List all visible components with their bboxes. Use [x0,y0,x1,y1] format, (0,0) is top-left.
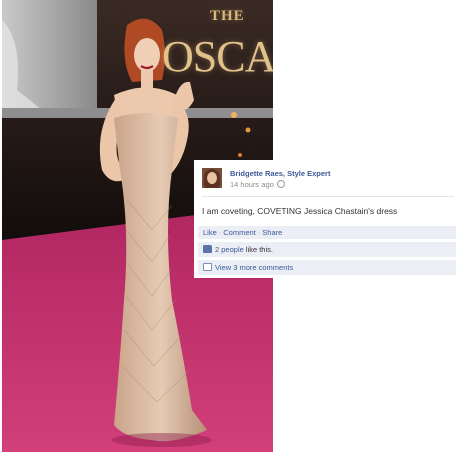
like-thumb-icon [203,245,212,253]
post-header: Bridgette Raes, Style Expert 14 hours ag… [202,168,454,198]
comment-bubble-icon [203,263,212,271]
author-name-link[interactable]: Bridgette Raes, Style Expert [230,169,330,178]
logo-oscar-text: OSCAR [162,32,273,81]
oscars-backdrop-logo: THE OSCAR [160,2,273,102]
action-separator: · [257,228,261,237]
post-timestamp[interactable]: 14 hours ago [230,180,285,189]
view-comments-link[interactable]: View 3 more comments [215,263,293,272]
like-link[interactable]: Like [203,228,217,237]
avatar-face [207,172,217,184]
likes-summary: 2 people like this. [198,242,456,257]
share-link[interactable]: Share [262,228,282,237]
likes-suffix-text: like this. [243,245,273,254]
author-avatar[interactable] [202,168,222,188]
logo-the-text: THE [210,8,245,24]
facebook-comment-card: Bridgette Raes, Style Expert 14 hours ag… [194,160,460,278]
post-actions-bar: Like · Comment · Share [198,226,456,239]
action-separator: · [218,228,222,237]
likes-count-link[interactable]: 2 people [215,245,244,254]
post-message: I am coveting, COVETING Jessica Chastain… [202,206,398,216]
globe-icon [276,180,285,188]
comment-link[interactable]: Comment [223,228,256,237]
view-more-comments[interactable]: View 3 more comments [198,260,456,275]
timestamp-text: 14 hours ago [230,180,274,189]
header-divider [202,196,454,197]
